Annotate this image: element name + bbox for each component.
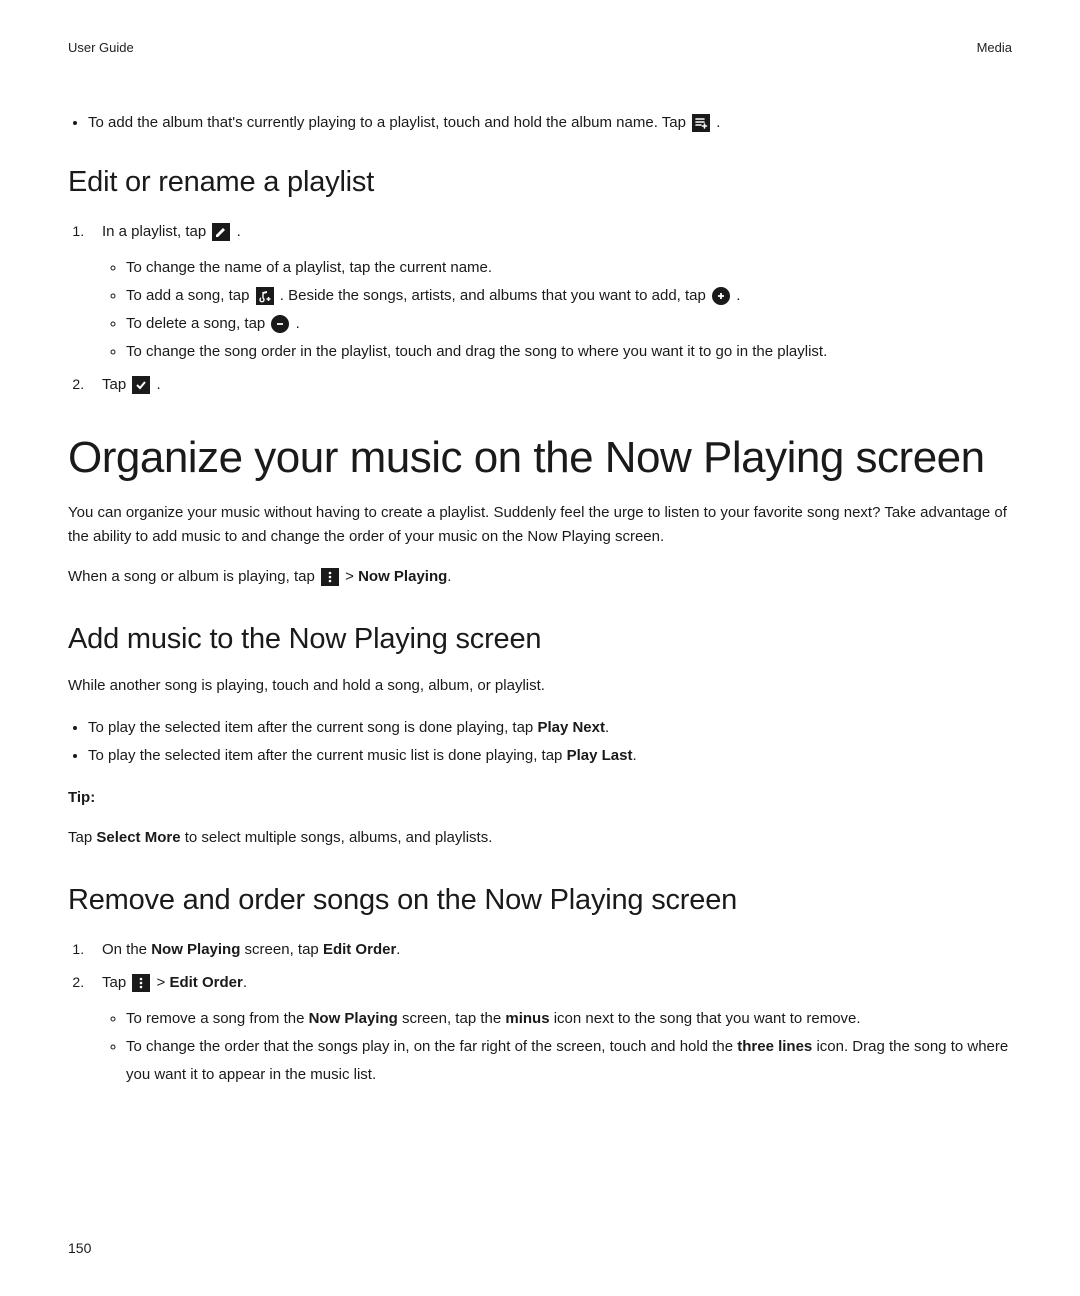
edit-playlist-sublist: To change the name of a playlist, tap th… <box>102 254 1012 366</box>
text: . <box>237 223 241 240</box>
step-2: Tap > Edit Order. To remove a song from … <box>88 968 1012 1089</box>
text: Tap <box>68 829 96 846</box>
add-music-para: While another song is playing, touch and… <box>68 674 1012 698</box>
bold-text: Now Playing <box>358 568 447 585</box>
step-2: Tap . <box>88 370 1012 399</box>
intro-bullet-list: To add the album that's currently playin… <box>68 110 1012 136</box>
page-header: User Guide Media <box>68 40 1012 55</box>
text: To change the order that the songs play … <box>126 1038 737 1055</box>
text: . <box>605 719 609 736</box>
more-vertical-icon <box>321 568 339 586</box>
text: On the <box>102 941 151 958</box>
add-to-playlist-icon <box>692 114 710 132</box>
text: To play the selected item after the curr… <box>88 719 537 736</box>
text: Tap <box>102 974 130 991</box>
text: icon next to the song that you want to r… <box>550 1010 861 1027</box>
sub-item: To change the song order in the playlist… <box>126 338 1012 366</box>
header-left: User Guide <box>68 40 134 55</box>
section-heading-remove-order: Remove and order songs on the Now Playin… <box>68 884 1012 917</box>
intro-bullet: To add the album that's currently playin… <box>88 110 1012 136</box>
text: In a playlist, tap <box>102 223 210 240</box>
text: Tap <box>102 376 130 393</box>
bold-text: minus <box>505 1010 549 1027</box>
text: screen, tap <box>240 941 323 958</box>
text: . Beside the songs, artists, and albums … <box>280 287 710 304</box>
text: > <box>345 568 358 585</box>
bold-text: Now Playing <box>151 941 240 958</box>
bold-text: Now Playing <box>309 1010 398 1027</box>
bold-text: Select More <box>96 829 180 846</box>
section-heading-organize: Organize your music on the Now Playing s… <box>68 433 1012 483</box>
music-add-icon <box>256 287 274 305</box>
text: screen, tap the <box>398 1010 506 1027</box>
bold-text: Edit Order <box>169 974 242 991</box>
text: To play the selected item after the curr… <box>88 747 567 764</box>
text: . <box>157 376 161 393</box>
text: . <box>447 568 451 585</box>
text: . <box>296 315 300 332</box>
remove-order-sublist: To remove a song from the Now Playing sc… <box>102 1005 1012 1089</box>
page: User Guide Media To add the album that's… <box>0 0 1080 1296</box>
text: To delete a song, tap <box>126 315 269 332</box>
edit-pencil-icon <box>212 223 230 241</box>
check-icon <box>132 376 150 394</box>
text: . <box>632 747 636 764</box>
add-music-list: To play the selected item after the curr… <box>68 714 1012 770</box>
bold-text: three lines <box>737 1038 812 1055</box>
text: to select multiple songs, albums, and pl… <box>181 829 493 846</box>
bold-text: Play Next <box>537 719 605 736</box>
organize-para-2: When a song or album is playing, tap > N… <box>68 565 1012 589</box>
text: When a song or album is playing, tap <box>68 568 319 585</box>
text: > <box>157 974 170 991</box>
sub-item: To delete a song, tap . <box>126 310 1012 338</box>
list-item: To play the selected item after the curr… <box>88 714 1012 742</box>
tip-label: Tip: <box>68 786 1012 810</box>
more-vertical-icon <box>132 974 150 992</box>
list-item: To play the selected item after the curr… <box>88 742 1012 770</box>
text: . <box>243 974 247 991</box>
text: . <box>736 287 740 304</box>
header-right: Media <box>977 40 1012 55</box>
text: To add the album that's currently playin… <box>88 114 690 131</box>
minus-circle-icon <box>271 315 289 333</box>
sub-item: To change the order that the songs play … <box>126 1033 1012 1089</box>
bold-text: Play Last <box>567 747 633 764</box>
sub-item: To add a song, tap . Beside the songs, a… <box>126 282 1012 310</box>
step-1: On the Now Playing screen, tap Edit Orde… <box>88 935 1012 964</box>
organize-para-1: You can organize your music without havi… <box>68 501 1012 549</box>
text: To add a song, tap <box>126 287 254 304</box>
section-heading-edit-playlist: Edit or rename a playlist <box>68 166 1012 199</box>
bold-text: Edit Order <box>323 941 396 958</box>
text: . <box>716 114 720 131</box>
edit-playlist-steps: In a playlist, tap . To change the name … <box>68 217 1012 399</box>
text: . <box>396 941 400 958</box>
sub-item: To change the name of a playlist, tap th… <box>126 254 1012 282</box>
section-heading-add-music: Add music to the Now Playing screen <box>68 623 1012 656</box>
step-1: In a playlist, tap . To change the name … <box>88 217 1012 366</box>
plus-circle-icon <box>712 287 730 305</box>
text: To remove a song from the <box>126 1010 309 1027</box>
page-number: 150 <box>68 1240 91 1256</box>
remove-order-steps: On the Now Playing screen, tap Edit Orde… <box>68 935 1012 1089</box>
tip-text: Tap Select More to select multiple songs… <box>68 826 1012 850</box>
sub-item: To remove a song from the Now Playing sc… <box>126 1005 1012 1033</box>
